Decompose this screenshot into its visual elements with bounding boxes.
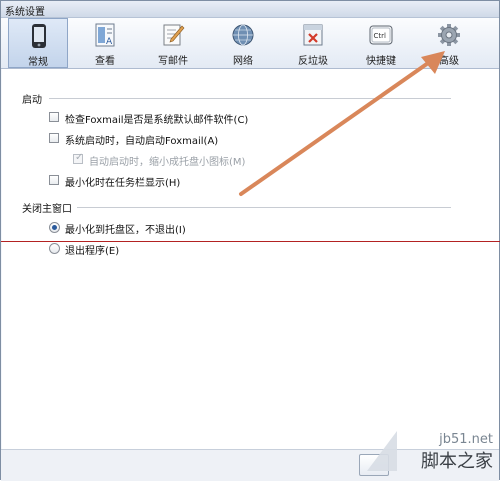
tab-compose-label: 写邮件 bbox=[158, 56, 188, 67]
autostart-checkbox[interactable] bbox=[49, 133, 59, 143]
site-watermark: jb51.net 脚本之家 bbox=[367, 431, 493, 473]
ctrl-key-text: Ctrl bbox=[374, 32, 387, 40]
minimize-to-tray-label: 最小化到托盘区，不退出(I) bbox=[65, 225, 186, 236]
antispam-icon bbox=[303, 24, 323, 46]
tab-shortcuts[interactable]: Ctrl 快捷键 bbox=[351, 18, 411, 68]
tab-advanced[interactable]: 高级 bbox=[419, 18, 479, 68]
tab-shortcuts-label: 快捷键 bbox=[366, 56, 396, 67]
settings-content bbox=[2, 69, 499, 449]
globe-icon bbox=[232, 24, 254, 46]
startup-group-header: 启动 bbox=[22, 95, 42, 106]
minimize-to-tray-on-start-checkbox: ✓ bbox=[73, 152, 84, 164]
watermark-name: 脚本之家 bbox=[421, 451, 493, 472]
exit-program-radio[interactable] bbox=[49, 243, 60, 254]
exit-program-label: 退出程序(E) bbox=[65, 246, 120, 257]
svg-text:A: A bbox=[106, 37, 113, 47]
autostart-label: 系统启动时，自动启动Foxmail(A) bbox=[65, 136, 219, 147]
tab-compose[interactable]: 写邮件 bbox=[143, 18, 203, 68]
watermark-logo-shape bbox=[367, 431, 397, 471]
tab-antispam[interactable]: 反垃圾 bbox=[283, 18, 343, 68]
show-in-taskbar-checkbox[interactable] bbox=[49, 175, 59, 185]
red-annotation-line bbox=[1, 241, 500, 242]
tab-network[interactable]: 网络 bbox=[213, 18, 273, 68]
title-bar: 系统设置 bbox=[1, 1, 499, 18]
tab-view-label: 查看 bbox=[95, 56, 115, 67]
radio-selected-dot bbox=[52, 225, 57, 230]
compose-icon bbox=[163, 24, 185, 46]
phone-icon bbox=[32, 24, 46, 48]
tab-antispam-label: 反垃圾 bbox=[298, 56, 328, 67]
keyboard-ctrl-icon: Ctrl bbox=[369, 25, 393, 45]
close-window-group-divider bbox=[77, 207, 451, 208]
tab-general[interactable]: 常规 bbox=[8, 18, 68, 68]
watermark-site: jb51.net bbox=[439, 432, 493, 447]
tab-advanced-label: 高级 bbox=[439, 56, 459, 67]
check-mark-icon: ✓ bbox=[75, 152, 84, 163]
gear-icon bbox=[438, 24, 460, 46]
close-window-group-header: 关闭主窗口 bbox=[22, 204, 72, 215]
minimize-to-tray-on-start-label: 自动启动时，缩小成托盘小图标(M) bbox=[89, 157, 246, 168]
minimize-to-tray-radio[interactable] bbox=[49, 222, 60, 233]
tab-view[interactable]: A 查看 bbox=[75, 18, 135, 68]
window-title: 系统设置 bbox=[5, 7, 45, 18]
tab-network-label: 网络 bbox=[233, 56, 253, 67]
settings-window: 系统设置 常规 A 查看 写邮件 网络 反垃圾 Ctrl 快捷键 高级 启动 检… bbox=[0, 0, 500, 481]
view-icon: A bbox=[95, 23, 115, 47]
startup-group-divider bbox=[49, 98, 451, 99]
show-in-taskbar-label: 最小化时在任务栏显示(H) bbox=[65, 178, 181, 189]
check-default-mail-label: 检查Foxmail是否是系统默认邮件软件(C) bbox=[65, 115, 249, 126]
check-default-mail-checkbox[interactable] bbox=[49, 112, 59, 122]
tab-general-label: 常规 bbox=[28, 57, 48, 68]
settings-toolbar: 常规 A 查看 写邮件 网络 反垃圾 Ctrl 快捷键 高级 bbox=[1, 18, 499, 69]
